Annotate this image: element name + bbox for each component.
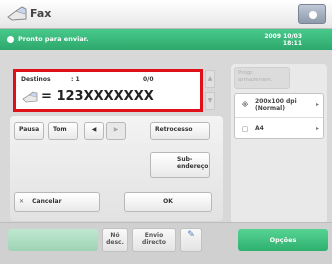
destination-field[interactable]: Destinos : 1 0/0 = 123XXXXXXX bbox=[13, 69, 203, 112]
direct-send-label-2: directo bbox=[142, 239, 166, 246]
keypad-panel: Pausa Tom ◀ ▶ Retrocesso Sub- endereço ✕… bbox=[10, 116, 223, 221]
on-hook-button[interactable]: Nó desc. bbox=[102, 228, 128, 252]
bottom-bar: Nó desc. Envio directo ✎ Opções bbox=[0, 222, 332, 264]
pause-button[interactable]: Pausa bbox=[14, 122, 44, 140]
destination-action-button[interactable] bbox=[8, 229, 98, 251]
paper-size-setting[interactable]: ▢ A4 ▸ bbox=[235, 117, 323, 139]
subaddress-label-2: endereço bbox=[177, 163, 209, 170]
scroll-down-button[interactable]: ▼ bbox=[205, 92, 215, 110]
resolution-setting[interactable]: ※ 200x100 dpi (Normal) ▸ bbox=[235, 94, 323, 116]
ready-icon bbox=[7, 36, 14, 43]
fax-icon bbox=[7, 6, 27, 21]
status-message: Pronto para enviar. bbox=[18, 35, 89, 43]
destination-label: Destinos bbox=[21, 76, 51, 83]
cursor-right-button[interactable]: ▶ bbox=[106, 122, 126, 140]
subaddress-label-1: Sub- bbox=[177, 156, 193, 163]
no-delay-label-2: desc. bbox=[106, 239, 124, 246]
settings-panel: Progr. armazenam. ※ 200x100 dpi (Normal)… bbox=[231, 64, 327, 224]
fax-screen: Fax Pronto para enviar. 2009 10/03 18:11… bbox=[0, 0, 332, 264]
chevron-right-icon: ▸ bbox=[315, 125, 319, 132]
cancel-label: Cancelar bbox=[32, 198, 62, 205]
scroll-up-button[interactable]: ▲ bbox=[205, 70, 215, 88]
page-counter: 0/0 bbox=[143, 76, 154, 83]
no-delay-label-1: Nó bbox=[110, 232, 120, 239]
cursor-left-button[interactable]: ◀ bbox=[84, 122, 104, 140]
resolution-line-2: (Normal) bbox=[255, 105, 285, 112]
status-dot-icon bbox=[309, 11, 317, 19]
tone-button[interactable]: Tom bbox=[48, 122, 78, 140]
cancel-icon: ✕ bbox=[19, 198, 25, 205]
chevron-right-icon: ▸ bbox=[315, 101, 319, 108]
resolution-icon: ※ bbox=[241, 101, 249, 109]
counter-check-button[interactable] bbox=[298, 4, 326, 24]
direct-send-button[interactable]: Envio directo bbox=[132, 228, 176, 252]
backspace-button[interactable]: Retrocesso bbox=[150, 122, 210, 140]
status-time: 18:11 bbox=[282, 40, 302, 47]
pen-icon[interactable]: ✎ bbox=[180, 228, 202, 252]
header-bar: Fax bbox=[0, 0, 332, 29]
fax-number-display: = 123XXXXXXX bbox=[41, 89, 154, 104]
status-date: 2009 10/03 bbox=[264, 33, 302, 40]
direct-send-label-1: Envio bbox=[144, 232, 164, 239]
prog-label-2: armazenam. bbox=[238, 77, 273, 83]
options-button[interactable]: Opções bbox=[238, 229, 328, 251]
fax-number-icon bbox=[22, 91, 38, 103]
paper-size: A4 bbox=[255, 125, 264, 132]
subaddress-button[interactable]: Sub- endereço bbox=[150, 152, 210, 178]
stored-programs-button[interactable]: Progr. armazenam. bbox=[234, 67, 290, 89]
paper-icon: ▢ bbox=[241, 125, 249, 133]
page-title: Fax bbox=[30, 7, 52, 20]
destination-count: : 1 bbox=[71, 76, 80, 83]
cancel-button[interactable]: ✕ Cancelar bbox=[14, 192, 100, 212]
status-bar: Pronto para enviar. 2009 10/03 18:11 bbox=[0, 29, 332, 50]
resolution-line-1: 200x100 dpi bbox=[255, 98, 297, 105]
prog-label-1: Progr. bbox=[238, 70, 254, 76]
number-prefix: = bbox=[41, 89, 52, 104]
ok-button[interactable]: OK bbox=[124, 192, 212, 212]
fax-number: 123XXXXXXX bbox=[56, 89, 154, 104]
send-settings-card: ※ 200x100 dpi (Normal) ▸ ▢ A4 ▸ bbox=[234, 93, 324, 139]
